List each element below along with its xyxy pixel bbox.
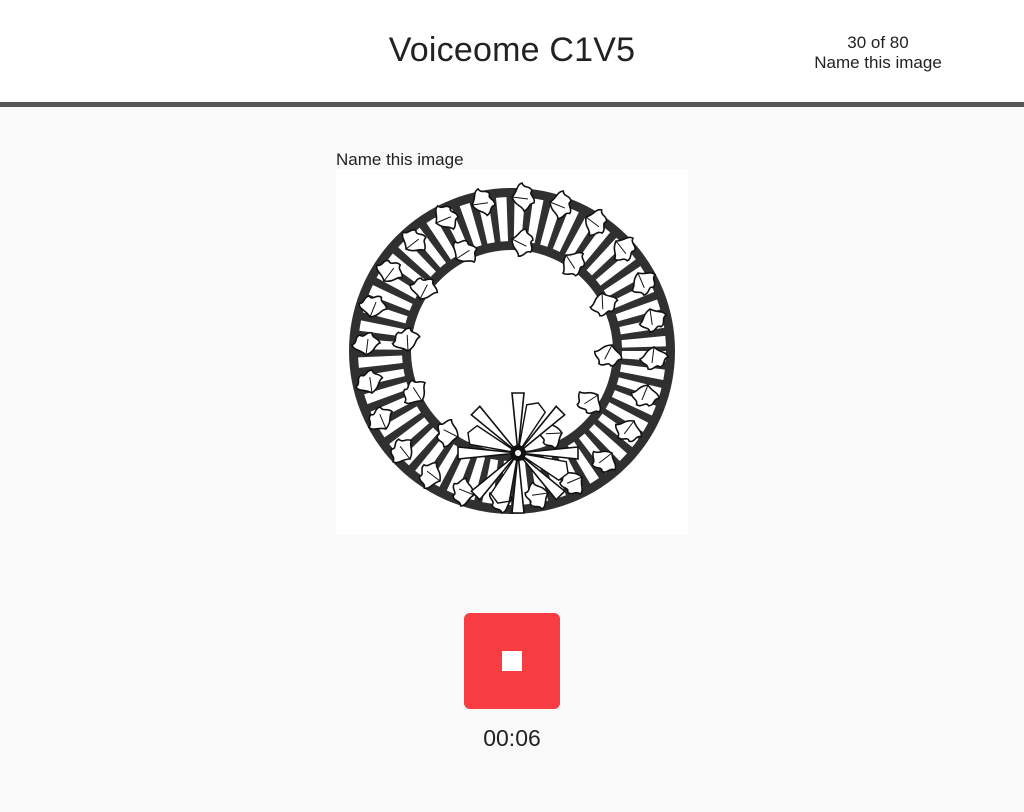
prompt-label: Name this image	[336, 150, 464, 169]
stimulus-image	[336, 169, 688, 535]
wreath-illustration	[336, 169, 688, 535]
progress-count: 30 of 80	[847, 33, 909, 52]
stop-icon	[502, 651, 522, 671]
task-name: Name this image	[814, 53, 942, 72]
task-progress: 30 of 80 Name this image	[798, 33, 958, 73]
poinsettia	[457, 392, 579, 514]
app-header: Voiceome C1V5 30 of 80 Name this image	[0, 0, 1024, 107]
recording-timer: 00:06	[483, 725, 541, 751]
stop-recording-button[interactable]	[464, 613, 560, 709]
